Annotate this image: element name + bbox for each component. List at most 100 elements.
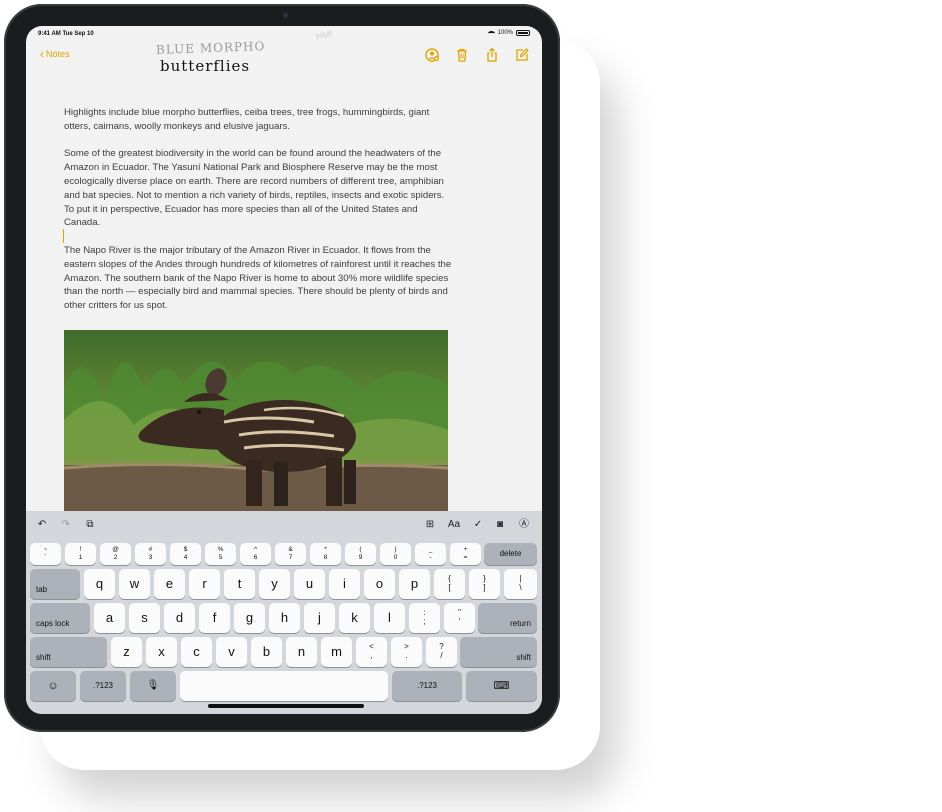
number-key[interactable]: @2 [100,543,131,565]
ipad-device: 9:41 AM Tue Sep 10 100% HMI BLUE MORPHO … [4,4,560,732]
symbol-key[interactable]: <, [356,637,387,667]
table-icon[interactable]: ⊞ [424,519,436,531]
caps-lock-label: caps lock [36,619,70,628]
letter-key[interactable]: j [304,603,335,633]
key-base-char: [ [448,583,451,592]
microphone-icon: 🎙 [146,680,160,691]
note-paragraph: Highlights include blue morpho butterfli… [64,107,430,132]
letter-key[interactable]: p [399,569,430,599]
tapir-photo[interactable] [64,330,448,512]
number-key[interactable]: ) 0 [380,543,411,565]
symbol-key[interactable]: {[ [434,569,465,599]
letter-key[interactable]: h [269,603,300,633]
letter-key[interactable]: v [216,637,247,667]
key-base-char: 6 [253,554,258,561]
key-base-char: 1 [78,554,83,561]
redo-icon[interactable]: ↷ [60,519,72,531]
checklist-icon[interactable]: ✓ [472,519,484,531]
letter-key[interactable]: r [189,569,220,599]
number-key[interactable]: * 8 [310,543,341,565]
symbol-key[interactable]: :; [409,603,440,633]
number-key[interactable]: ! 1 [65,543,96,565]
letter-key[interactable]: q [84,569,115,599]
return-key[interactable]: return [478,603,537,633]
key-base-char: 8 [323,554,328,561]
number-key[interactable]: _ - [415,543,446,565]
symbol-key[interactable]: >. [391,637,422,667]
key-base-char: . [405,651,408,660]
letter-key[interactable]: z [111,637,142,667]
letter-key[interactable]: m [321,637,352,667]
undo-icon[interactable]: ↶ [36,519,48,531]
chevron-left-icon: ‹ [40,46,44,61]
number-key[interactable]: & 7 [275,543,306,565]
key-base-char: ] [483,583,486,592]
space-bar[interactable] [180,671,388,701]
symbol-key[interactable]: | \ [504,569,537,599]
compose-icon[interactable] [514,47,530,63]
letter-key[interactable]: o [364,569,395,599]
delete-key[interactable]: delete [484,543,537,565]
add-people-icon[interactable] [424,47,440,63]
share-icon[interactable] [484,47,500,63]
text-format-button[interactable]: Aa [446,519,462,531]
numbers-left-key[interactable]: .?123 [80,671,126,701]
battery-percent: 100% [497,30,513,36]
key-base-char: = [463,554,468,561]
key-shift-char: + [463,546,468,553]
note-paragraph: The Napo River is the major tributary of… [64,244,452,312]
letter-key[interactable]: e [154,569,185,599]
letter-key[interactable]: g [234,603,265,633]
shift-left-label: shift [36,653,51,662]
symbol-key[interactable]: }] [469,569,500,599]
number-key[interactable]: % 5 [205,543,236,565]
caps-lock-key[interactable]: caps lock [30,603,90,633]
letter-key[interactable]: w [119,569,150,599]
trash-icon[interactable] [454,47,470,63]
hide-keyboard-key[interactable]: ⌨ [466,671,537,701]
key-shift-char: } [483,574,486,583]
letter-key[interactable]: b [251,637,282,667]
camera-icon[interactable]: ◙ [494,519,506,531]
number-key[interactable]: (9 [345,543,376,565]
letter-key[interactable]: l [374,603,405,633]
note-body[interactable]: Highlights include blue morpho butterfli… [64,106,454,327]
letter-key[interactable]: k [339,603,370,633]
letter-key[interactable]: y [259,569,290,599]
letter-key[interactable]: c [181,637,212,667]
number-key[interactable]: ^ 6 [240,543,271,565]
letter-key[interactable]: f [199,603,230,633]
home-indicator[interactable] [208,704,364,708]
symbol-key[interactable]: ? / [426,637,457,667]
letter-key[interactable]: i [329,569,360,599]
letter-key[interactable]: s [129,603,160,633]
numbers-right-key[interactable]: .?123 [392,671,462,701]
back-button[interactable]: ‹ Notes [40,46,70,61]
emoji-key[interactable]: ☺ [30,671,76,701]
key-shift-char: < [369,642,374,651]
key-shift-char: ) [394,546,397,553]
letter-key[interactable]: t [224,569,255,599]
letter-key[interactable]: a [94,603,125,633]
symbol-key[interactable]: " ' [444,603,475,633]
tab-label: tab [36,585,48,594]
markup-icon[interactable]: Ⓐ [518,519,530,531]
dictation-key[interactable]: 🎙 [130,671,176,701]
letter-key[interactable]: u [294,569,325,599]
number-key[interactable]: $4 [170,543,201,565]
tab-key[interactable]: tab [30,569,80,599]
number-key[interactable]: ~ ` [30,543,61,565]
nav-actions [424,47,530,63]
number-key[interactable]: + = [450,543,481,565]
shift-right-key[interactable]: shift [460,637,537,667]
paste-icon[interactable]: ⧉ [84,519,96,531]
key-base-char: 3 [148,554,153,561]
status-bar: 9:41 AM Tue Sep 10 100% [26,26,542,42]
key-shift-char: ~ [43,546,48,553]
letter-key[interactable]: d [164,603,195,633]
letter-key[interactable]: x [146,637,177,667]
shift-left-key[interactable]: shift [30,637,107,667]
key-shift-char: @ [112,546,119,553]
letter-key[interactable]: n [286,637,317,667]
number-key[interactable]: #3 [135,543,166,565]
